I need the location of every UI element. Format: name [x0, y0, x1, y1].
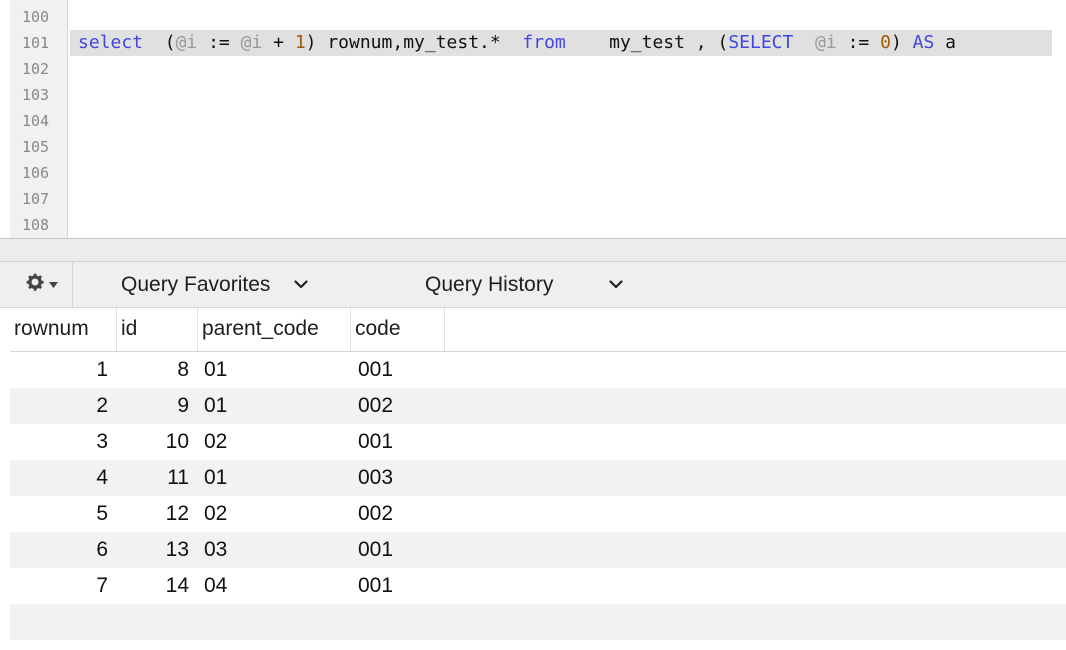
cell-parent-code: 04: [204, 574, 228, 597]
line-number-gutter: 100 101 102 103 104 105 106 107 108: [10, 0, 68, 238]
cell-rownum: 6: [96, 538, 108, 561]
code-token: (: [164, 32, 176, 53]
cell-id: 11: [167, 466, 189, 489]
column-header-id[interactable]: id: [117, 308, 198, 351]
code-token: ): [890, 32, 913, 53]
line-number: 101: [22, 34, 50, 52]
code-token: :=: [197, 32, 241, 53]
column-header-code[interactable]: code: [351, 308, 445, 351]
cell-code: 002: [358, 394, 394, 417]
results-toolbar: Query Favorites Query History: [0, 262, 1066, 308]
line-number: 108: [22, 216, 50, 234]
cell-parent-code: 01: [204, 358, 228, 381]
cell-code: 001: [358, 574, 394, 597]
variable-token: @i: [175, 32, 198, 53]
variable-token: @i: [815, 32, 837, 53]
table-row[interactable]: 7 14 04 001: [10, 568, 1066, 604]
results-header-row: rownum id parent_code code: [10, 308, 1066, 352]
number-token: 1: [294, 32, 306, 53]
code-token: +: [262, 32, 295, 53]
chevron-down-icon: [294, 280, 308, 289]
cell-id: 9: [177, 394, 189, 417]
line-number: 102: [22, 60, 50, 78]
line-number: 104: [22, 112, 50, 130]
table-row[interactable]: 1 8 01 001: [10, 352, 1066, 388]
line-number: 103: [22, 86, 50, 104]
variable-token: @i: [240, 32, 263, 53]
results-grid[interactable]: rownum id parent_code code 1 8 01 001 2 …: [10, 308, 1066, 650]
keyword-select: SELECT: [728, 32, 794, 53]
cell-parent-code: 02: [204, 430, 228, 453]
cell-id: 13: [165, 538, 189, 561]
empty-row: [10, 604, 1066, 640]
gear-icon: [24, 271, 46, 298]
keyword-select: select: [78, 32, 144, 53]
table-row[interactable]: 6 13 03 001: [10, 532, 1066, 568]
cell-id: 8: [177, 358, 189, 381]
code-token: a: [934, 32, 956, 53]
line-number: 105: [22, 138, 50, 156]
query-history-dropdown[interactable]: Query History: [425, 262, 623, 307]
line-number: 106: [22, 164, 50, 182]
query-history-label: Query History: [425, 272, 554, 296]
table-row[interactable]: 4 11 01 003: [10, 460, 1066, 496]
table-row[interactable]: 5 12 02 002: [10, 496, 1066, 532]
query-favorites-dropdown[interactable]: Query Favorites: [121, 262, 308, 307]
chevron-down-icon: [609, 280, 623, 289]
sql-editor[interactable]: 100 101 102 103 104 105 106 107 108 sele…: [0, 0, 1066, 238]
number-token: 0: [880, 32, 891, 53]
cell-rownum: 3: [96, 430, 108, 453]
cell-code: 002: [358, 502, 394, 525]
line-number: 107: [22, 190, 50, 208]
cell-id: 12: [165, 502, 189, 525]
cell-rownum: 2: [96, 394, 108, 417]
cell-rownum: 5: [96, 502, 108, 525]
query-favorites-label: Query Favorites: [121, 272, 271, 296]
line-number: 100: [22, 8, 50, 26]
cell-parent-code: 03: [204, 538, 228, 561]
cell-rownum: 7: [96, 574, 108, 597]
caret-down-icon: [49, 276, 58, 294]
column-header-parent-code[interactable]: parent_code: [198, 308, 351, 351]
cell-code: 001: [358, 358, 394, 381]
cell-code: 001: [358, 538, 394, 561]
table-row[interactable]: 3 10 02 001: [10, 424, 1066, 460]
sql-query-line[interactable]: select (@i := @i + 1) rownum,my_test.* f…: [78, 30, 956, 56]
cell-parent-code: 02: [204, 502, 228, 525]
cell-parent-code: 01: [204, 466, 228, 489]
code-token: my_test , (: [565, 32, 729, 53]
code-token: ) rownum,my_test.*: [305, 32, 523, 53]
pane-splitter[interactable]: [0, 238, 1066, 262]
gear-menu-button[interactable]: [10, 262, 73, 307]
cell-parent-code: 01: [204, 394, 228, 417]
cell-rownum: 1: [96, 358, 108, 381]
cell-rownum: 4: [96, 466, 108, 489]
keyword-from: from: [522, 32, 566, 53]
cell-id: 10: [165, 430, 189, 453]
code-token: :=: [836, 32, 881, 53]
column-header-rownum[interactable]: rownum: [10, 308, 117, 351]
cell-id: 14: [165, 574, 189, 597]
keyword-as: AS: [912, 32, 935, 53]
cell-code: 001: [358, 430, 394, 453]
table-row[interactable]: 2 9 01 002: [10, 388, 1066, 424]
cell-code: 003: [358, 466, 394, 489]
